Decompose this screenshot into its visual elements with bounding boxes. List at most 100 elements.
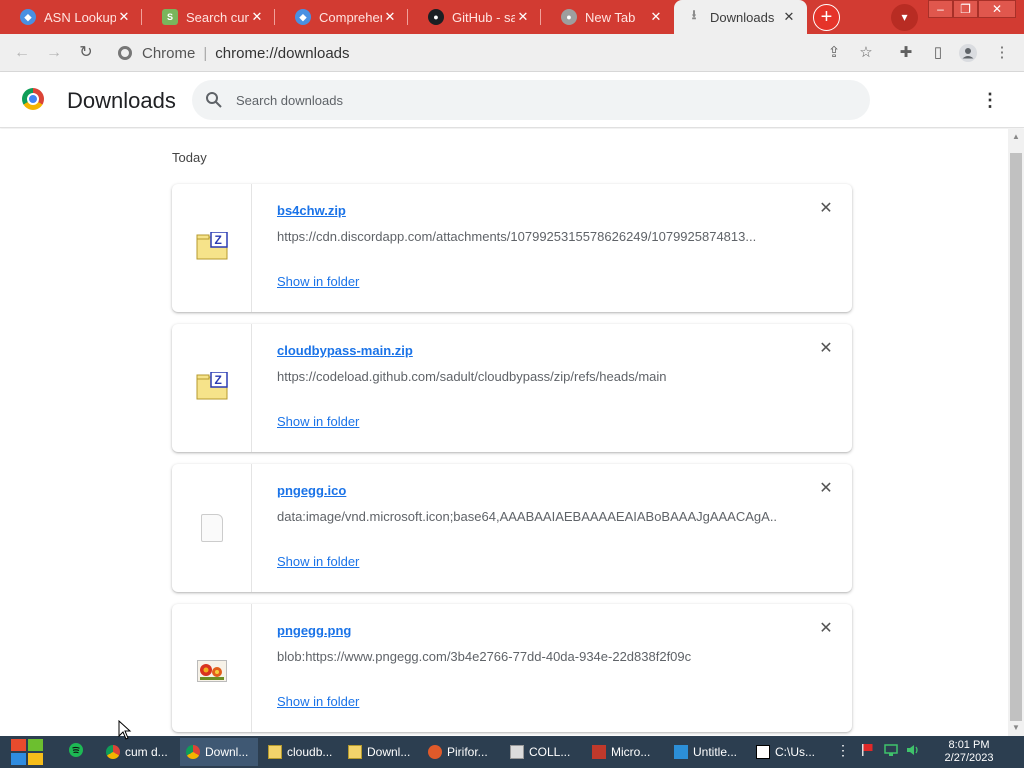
side-panel-icon[interactable]: ▯ bbox=[928, 43, 948, 63]
taskbar-item-label: C:\Us... bbox=[775, 745, 816, 759]
taskbar-item-piriform[interactable]: Pirifor... bbox=[422, 738, 500, 766]
more-actions-icon[interactable]: ⋮ bbox=[980, 90, 1000, 110]
bookmark-star-icon[interactable]: ☆ bbox=[856, 43, 876, 63]
windows-start-icon[interactable] bbox=[10, 738, 44, 766]
remove-icon[interactable]: ✕ bbox=[818, 341, 834, 357]
file-name-link[interactable]: bs4chw.zip bbox=[277, 203, 346, 218]
tab-github[interactable]: ● GitHub - sa ✕ bbox=[408, 0, 541, 34]
chrome-icon: ● bbox=[561, 9, 577, 25]
new-tab-button[interactable]: + bbox=[813, 4, 840, 31]
tab-label: GitHub - sa bbox=[452, 9, 515, 25]
downloads-header: Downloads ⋮ bbox=[0, 72, 1024, 128]
share-icon[interactable]: ⇪ bbox=[824, 43, 844, 63]
show-in-folder-link[interactable]: Show in folder bbox=[277, 694, 359, 709]
taskbar-item-folder-downloads[interactable]: Downl... bbox=[342, 738, 420, 766]
download-item: pngegg.png blob:https://www.pngegg.com/3… bbox=[172, 604, 852, 732]
taskbar-item-chrome[interactable]: cum d... bbox=[100, 738, 178, 766]
source-url[interactable]: blob:https://www.pngegg.com/3b4e2766-77d… bbox=[277, 649, 777, 664]
omnibox-divider: | bbox=[203, 44, 208, 62]
source-url[interactable]: https://cdn.discordapp.com/attachments/1… bbox=[277, 229, 777, 244]
tab-search[interactable]: S Search cum ✕ bbox=[142, 0, 275, 34]
tab-new-tab[interactable]: ● New Tab ✕ bbox=[541, 0, 674, 34]
windows-taskbar: cum d... Downl... cloudb... Downl... Pir… bbox=[0, 736, 1024, 768]
forward-button[interactable]: → bbox=[44, 43, 64, 63]
remove-icon[interactable]: ✕ bbox=[818, 201, 834, 217]
clock-time: 8:01 PM bbox=[948, 739, 990, 751]
url-text: chrome://downloads bbox=[215, 44, 350, 62]
taskbar-item-label: cum d... bbox=[125, 745, 168, 759]
close-icon[interactable]: ✕ bbox=[382, 9, 398, 25]
network-icon[interactable] bbox=[884, 743, 898, 757]
tab-downloads[interactable]: ⭳ Downloads ✕ bbox=[674, 0, 807, 34]
scroll-down-arrow-icon[interactable]: ▼ bbox=[1011, 723, 1021, 733]
browser-toolbar: ← → ↻ Chrome | chrome://downloads ⇪ ☆ ✚ … bbox=[0, 34, 1024, 72]
ccleaner-icon bbox=[428, 745, 442, 759]
scrollbar-thumb[interactable] bbox=[1010, 153, 1022, 721]
show-in-folder-link[interactable]: Show in folder bbox=[277, 274, 359, 289]
show-in-folder-link[interactable]: Show in folder bbox=[277, 414, 359, 429]
reload-button[interactable]: ↻ bbox=[76, 43, 96, 63]
file-name-link[interactable]: pngegg.png bbox=[277, 623, 351, 638]
chrome-logo-icon bbox=[22, 88, 44, 110]
download-item: pngegg.ico data:image/vnd.microsoft.icon… bbox=[172, 464, 852, 592]
taskbar-item-folder[interactable]: cloudb... bbox=[262, 738, 340, 766]
office-icon bbox=[592, 745, 606, 759]
spotify-icon[interactable] bbox=[69, 743, 83, 757]
taskbar-item-chrome-downloads[interactable]: Downl... bbox=[180, 738, 258, 766]
close-icon[interactable]: ✕ bbox=[781, 9, 797, 25]
taskbar-item-microsoft[interactable]: Micro... bbox=[586, 738, 664, 766]
remove-icon[interactable]: ✕ bbox=[818, 621, 834, 637]
volume-icon[interactable] bbox=[906, 743, 920, 757]
taskbar-item-coll[interactable]: COLL... bbox=[504, 738, 582, 766]
shield-icon: ◆ bbox=[295, 9, 311, 25]
tab-asn-lookup[interactable]: ◆ ASN Lookup ✕ bbox=[0, 0, 142, 34]
zip-file-icon: Z bbox=[196, 232, 228, 260]
profile-avatar-icon[interactable] bbox=[958, 43, 978, 63]
back-button[interactable]: ← bbox=[12, 43, 32, 63]
minimize-button[interactable]: – bbox=[928, 0, 953, 18]
chrome-menu-icon[interactable]: ⋮ bbox=[992, 43, 1012, 63]
close-icon[interactable]: ✕ bbox=[116, 9, 132, 25]
close-window-button[interactable]: ✕ bbox=[978, 0, 1016, 18]
search-box[interactable] bbox=[192, 80, 870, 120]
file-name-link[interactable]: cloudbypass-main.zip bbox=[277, 343, 413, 358]
taskbar-item-7zip[interactable]: C:\Us... bbox=[750, 738, 828, 766]
taskbar-item-label: Micro... bbox=[611, 745, 651, 759]
overflow-more-icon[interactable]: ⋮ bbox=[836, 743, 850, 757]
vertical-scrollbar[interactable]: ▲ ▼ bbox=[1008, 129, 1024, 736]
tab-search-button[interactable]: ▾ bbox=[891, 4, 918, 31]
download-item: Z cloudbypass-main.zip https://codeload.… bbox=[172, 324, 852, 452]
flag-icon[interactable] bbox=[860, 743, 874, 757]
system-clock[interactable]: 8:01 PM 2/27/2023 bbox=[938, 739, 1000, 765]
file-name-link[interactable]: pngegg.ico bbox=[277, 483, 346, 498]
close-icon[interactable]: ✕ bbox=[648, 9, 664, 25]
scroll-up-arrow-icon[interactable]: ▲ bbox=[1011, 132, 1021, 142]
remove-icon[interactable]: ✕ bbox=[818, 481, 834, 497]
source-url[interactable]: https://codeload.github.com/sadult/cloud… bbox=[277, 369, 777, 384]
close-icon[interactable]: ✕ bbox=[515, 9, 531, 25]
file-icon-column bbox=[172, 464, 252, 592]
tab-label: New Tab bbox=[585, 9, 636, 25]
restore-button[interactable]: ❐ bbox=[953, 0, 978, 18]
site-name: Chrome bbox=[142, 44, 196, 62]
search-input[interactable] bbox=[236, 90, 836, 110]
date-heading: Today bbox=[172, 150, 207, 165]
tab-comprehensive[interactable]: ◆ Comprehen ✕ bbox=[275, 0, 408, 34]
source-url[interactable]: data:image/vnd.microsoft.icon;base64,AAA… bbox=[277, 509, 777, 524]
downloads-list: Today Z bs4chw.zip https://cdn.discordap… bbox=[0, 129, 1008, 736]
download-icon: ⭳ bbox=[691, 7, 697, 22]
address-bar[interactable]: Chrome | chrome://downloads bbox=[110, 39, 880, 67]
mouse-cursor-icon bbox=[118, 720, 132, 740]
show-in-folder-link[interactable]: Show in folder bbox=[277, 554, 359, 569]
chrome-site-icon bbox=[118, 46, 132, 60]
shopify-icon: S bbox=[162, 9, 178, 25]
image-file-icon bbox=[197, 660, 227, 682]
taskbar-item-label: Untitle... bbox=[693, 745, 738, 759]
file-icon-column bbox=[172, 604, 252, 732]
extensions-icon[interactable]: ✚ bbox=[896, 43, 916, 63]
taskbar-item-vscode[interactable]: Untitle... bbox=[668, 738, 746, 766]
search-icon bbox=[206, 92, 222, 108]
folder-icon bbox=[348, 745, 362, 759]
close-icon[interactable]: ✕ bbox=[249, 9, 265, 25]
blank-file-icon bbox=[201, 514, 223, 542]
